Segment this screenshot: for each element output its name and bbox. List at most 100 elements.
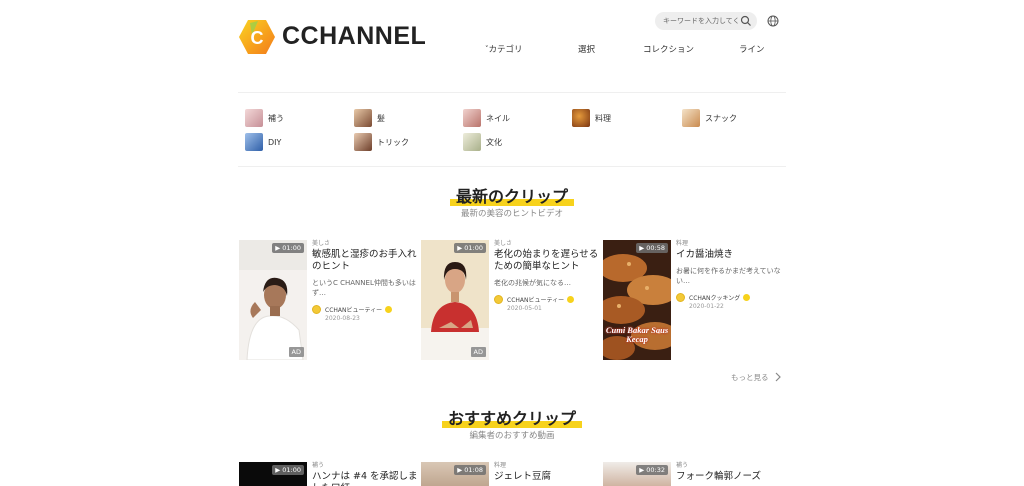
category-item-culture[interactable]: 文化	[463, 133, 502, 151]
globe-icon[interactable]	[767, 15, 779, 27]
author-name: CCHANクッキング	[689, 295, 741, 302]
category-thumbnail	[572, 109, 590, 127]
clip-card[interactable]: ▶ 01:08 料理 ジェレト豆腐	[421, 462, 601, 486]
section-title: 最新のクリップ	[455, 187, 568, 206]
clip-card[interactable]: ▶ 00:32 補う フォーク輪郭ノーズ	[603, 462, 783, 486]
clip-date: 2020-01-22	[689, 303, 724, 310]
video-still-image	[421, 240, 489, 360]
verified-badge-icon	[385, 306, 393, 313]
ad-badge: AD	[470, 347, 486, 357]
logo-mark-icon: C	[239, 20, 275, 54]
category-item-hair[interactable]: 髪	[354, 109, 385, 127]
clip-date: 2020-05-01	[507, 305, 542, 312]
category-thumbnail	[354, 133, 372, 151]
category-label: トリック	[377, 137, 409, 147]
see-more-link[interactable]: もっと見る	[731, 372, 769, 383]
search-box[interactable]	[655, 12, 757, 30]
search-input[interactable]	[663, 14, 739, 28]
clip-title[interactable]: 老化の始まりを遅らせるための簡単なヒント	[494, 249, 600, 273]
divider	[238, 166, 786, 167]
clip-category[interactable]: 料理	[676, 240, 782, 248]
clip-author[interactable]: CCHANクッキング	[676, 293, 782, 302]
category-label: 文化	[486, 137, 502, 147]
category-thumbnail	[463, 109, 481, 127]
video-overlay-text: Cumi Bakar Saus Kecap	[605, 325, 669, 344]
category-item-nail[interactable]: ネイル	[463, 109, 510, 127]
chevron-right-icon[interactable]	[774, 372, 782, 382]
clip-category[interactable]: 美しさ	[312, 240, 418, 248]
category-thumbnail	[682, 109, 700, 127]
section-title: おすすめクリップ	[447, 409, 576, 428]
clip-card[interactable]: Cumi Bakar Saus Kecap ▶ 00:58 料理 イカ醤油焼き …	[603, 240, 783, 365]
clip-card[interactable]: ▶ 01:00 AD 美しさ 老化の始まりを遅らせるための簡単なヒント 老化の兆…	[421, 240, 601, 365]
duration-badge: ▶ 01:00	[272, 465, 304, 475]
author-avatar	[312, 305, 321, 314]
category-thumbnail	[245, 109, 263, 127]
clip-date: 2020-08-23	[325, 315, 360, 322]
duration-badge: ▶ 00:58	[636, 243, 668, 253]
clip-category[interactable]: 美しさ	[494, 240, 600, 248]
svg-text:C: C	[251, 28, 264, 48]
author-name: CCHANビューティー	[325, 307, 383, 314]
nav-item-collection[interactable]: コレクション	[643, 43, 694, 55]
author-avatar	[676, 293, 685, 302]
duration-badge: ▶ 01:00	[454, 243, 486, 253]
video-still-image	[239, 240, 307, 360]
clip-thumbnail[interactable]: ▶ 01:00 AD	[239, 240, 307, 360]
search-icon[interactable]	[740, 15, 752, 27]
category-label: 髪	[377, 113, 385, 123]
verified-badge-icon	[743, 294, 751, 301]
clip-title[interactable]: イカ醤油焼き	[676, 249, 782, 261]
category-label: DIY	[268, 137, 282, 147]
category-thumbnail	[463, 133, 481, 151]
category-item-diy[interactable]: DIY	[245, 133, 281, 151]
category-item-trick[interactable]: トリック	[354, 133, 409, 151]
clip-title[interactable]: 敏感肌と湿疹のお手入れのヒント	[312, 249, 418, 273]
clip-category[interactable]: 補う	[312, 462, 418, 470]
clip-thumbnail[interactable]: ▶ 01:08	[421, 462, 489, 486]
clip-meta: 料理 ジェレト豆腐	[494, 462, 600, 483]
verified-badge-icon	[567, 296, 575, 303]
category-label: ネイル	[486, 113, 510, 123]
nav-item-category[interactable]: ˅カテゴリ	[485, 43, 523, 55]
clip-title[interactable]: ハンナは #4 を承認しました口紅	[312, 471, 418, 486]
site-header: C CCHANNEL ˅カテゴリ 選択 コレクション ライン	[0, 0, 1024, 70]
clip-thumbnail[interactable]: ▶ 00:32	[603, 462, 671, 486]
category-item-makeup[interactable]: 補う	[245, 109, 284, 127]
clip-card[interactable]: ▶ 01:00 補う ハンナは #4 を承認しました口紅	[239, 462, 419, 486]
clip-thumbnail[interactable]: Cumi Bakar Saus Kecap ▶ 00:58	[603, 240, 671, 360]
section-heading-latest: 最新のクリップ	[0, 183, 1024, 207]
section-heading-recommended: おすすめクリップ	[0, 405, 1024, 429]
clip-category[interactable]: 料理	[494, 462, 600, 470]
clip-card[interactable]: ▶ 01:00 AD 美しさ 敏感肌と湿疹のお手入れのヒント というC CHAN…	[239, 240, 419, 365]
clip-meta: 補う フォーク輪郭ノーズ	[676, 462, 782, 483]
nav-item-label: ライン	[739, 45, 765, 55]
clip-author[interactable]: CCHANビューティー	[312, 305, 418, 314]
author-name: CCHANビューティー	[507, 297, 565, 304]
clip-meta: 料理 イカ醤油焼き お暑に何を作るかまだ考えていない… CCHANクッキング 2…	[676, 240, 782, 310]
clip-description: お暑に何を作るかまだ考えていない…	[676, 267, 781, 285]
clip-description: というC CHANNEL仲間も多いはず…	[312, 279, 416, 297]
nav-item-label: 選択	[578, 45, 596, 55]
clip-author[interactable]: CCHANビューティー	[494, 295, 600, 304]
duration-badge: ▶ 00:32	[636, 465, 668, 475]
clip-meta: 美しさ 老化の始まりを遅らせるための簡単なヒント 老化の兆候が気になる… CCH…	[494, 240, 600, 312]
clip-title[interactable]: ジェレト豆腐	[494, 471, 600, 483]
category-label: スナック	[705, 113, 737, 123]
clip-title[interactable]: フォーク輪郭ノーズ	[676, 471, 782, 483]
nav-item-label: コレクション	[643, 45, 695, 55]
category-item-snack[interactable]: スナック	[682, 109, 737, 127]
nav-item-selection[interactable]: 選択	[578, 43, 595, 55]
nav-item-label: カテゴリ	[488, 45, 523, 55]
brand-logo[interactable]: C CCHANNEL	[238, 17, 426, 57]
nav-item-line[interactable]: ライン	[739, 43, 765, 55]
clip-category[interactable]: 補う	[676, 462, 782, 470]
brand-name: CCHANNEL	[282, 22, 427, 50]
clip-thumbnail[interactable]: ▶ 01:00	[239, 462, 307, 486]
category-label: 料理	[595, 113, 611, 123]
duration-badge: ▶ 01:00	[272, 243, 304, 253]
clip-meta: 補う ハンナは #4 を承認しました口紅	[312, 462, 418, 486]
category-thumbnail	[354, 109, 372, 127]
category-item-cooking[interactable]: 料理	[572, 109, 611, 127]
clip-thumbnail[interactable]: ▶ 01:00 AD	[421, 240, 489, 360]
